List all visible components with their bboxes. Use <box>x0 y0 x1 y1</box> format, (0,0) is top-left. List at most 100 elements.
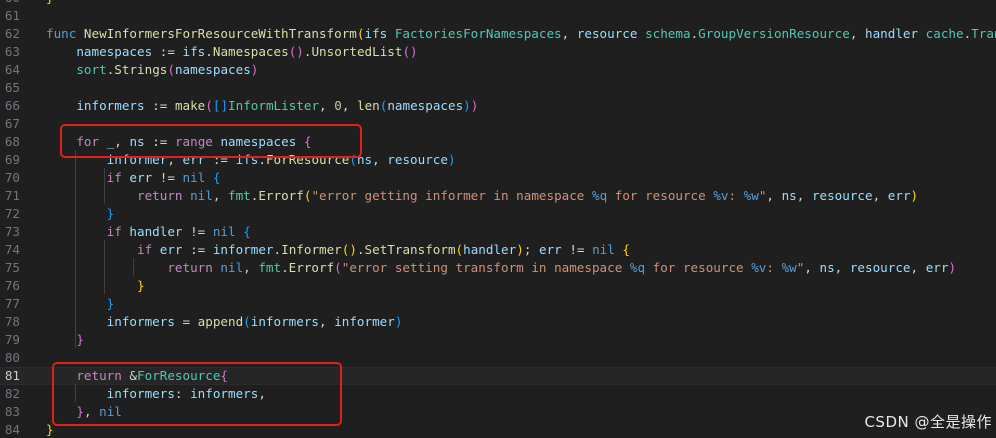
code-token: , <box>319 314 335 329</box>
code-line[interactable]: 76 } <box>0 277 996 295</box>
code-line[interactable]: 75 return nil, fmt.Errorf("error setting… <box>0 259 996 277</box>
indent-guide <box>104 168 105 204</box>
annotation-box-return <box>52 362 342 426</box>
code-token: "error setting transform in namespace <box>341 260 630 275</box>
code-token: ) <box>447 152 456 167</box>
code-token: : <box>728 188 744 203</box>
code-line[interactable]: 61 <box>0 7 996 25</box>
code-token: ( <box>243 314 251 329</box>
code-token: UnsortedList <box>311 44 403 59</box>
code-token: TransformFunc <box>971 26 996 41</box>
code-line[interactable]: 63 namespaces := ifs.Namespaces().Unsort… <box>0 43 996 61</box>
code-line[interactable]: 64 sort.Strings(namespaces) <box>0 61 996 79</box>
code-token: %q <box>629 260 646 275</box>
line-number: 65 <box>4 80 20 95</box>
line-code: } <box>46 205 115 223</box>
code-token: ( <box>334 260 342 275</box>
line-number: 75 <box>4 260 20 275</box>
annotation-box-for-loop <box>60 124 362 158</box>
code-token: nil <box>212 224 236 239</box>
line-number: 60 <box>0 0 20 7</box>
code-token: informer <box>212 242 274 257</box>
code-line[interactable]: 72 } <box>0 205 996 223</box>
code-token: SetTransform <box>364 242 456 257</box>
code-token: , <box>849 26 865 41</box>
line-code: namespaces := ifs.Namespaces().UnsortedL… <box>46 43 417 61</box>
code-token: { <box>243 224 251 239</box>
code-token: resource <box>811 188 873 203</box>
code-line[interactable]: 66 informers := make([]InformLister, 0, … <box>0 97 996 115</box>
line-number: 71 <box>4 188 20 203</box>
line-number: 69 <box>4 152 20 167</box>
code-token: informers <box>106 314 175 329</box>
code-line[interactable]: 74 if err := informer.Informer().SetTran… <box>0 241 996 259</box>
line-code: return nil, fmt.Errorf("error getting in… <box>46 187 918 205</box>
code-token: cache <box>925 26 964 41</box>
code-token: %q <box>591 188 608 203</box>
code-token: ifs <box>182 44 206 59</box>
line-number: 70 <box>4 170 20 185</box>
code-token: := <box>182 242 213 257</box>
line-number: 67 <box>4 116 20 131</box>
code-token: != <box>182 224 213 239</box>
line-number: 73 <box>4 224 20 239</box>
code-token: nil <box>220 260 244 275</box>
code-token: } <box>106 296 115 311</box>
indent-guide <box>104 240 105 294</box>
line-number: 84 <box>4 422 20 437</box>
code-line[interactable]: 65 <box>0 79 996 97</box>
code-line[interactable]: 70 if err != nil { <box>0 169 996 187</box>
code-token: informer <box>334 314 395 329</box>
code-token: ) <box>250 62 259 77</box>
code-token: . <box>281 260 289 275</box>
code-line[interactable]: 77 } <box>0 295 996 313</box>
code-token: informers <box>250 314 320 329</box>
line-code: sort.Strings(namespaces) <box>46 61 258 79</box>
line-code: } <box>46 295 115 313</box>
line-code: func NewInformersForResourceWithTransfor… <box>46 25 996 43</box>
code-token: () <box>288 44 304 59</box>
code-token: Informer <box>281 242 342 257</box>
code-token: nil <box>182 170 206 185</box>
line-number: 74 <box>4 242 20 257</box>
code-token: namespaces <box>76 44 153 59</box>
code-line[interactable]: 78 informers = append(informers, informe… <box>0 313 996 331</box>
code-token: , <box>834 260 850 275</box>
code-token: for resource <box>645 260 752 275</box>
code-token: resource <box>849 260 911 275</box>
code-token: handler <box>129 224 183 239</box>
code-token: () <box>341 242 357 257</box>
code-token: handler <box>463 242 517 257</box>
code-token: handler <box>864 26 926 41</box>
code-line[interactable]: 62 func NewInformersForResourceWithTransf… <box>0 25 996 43</box>
line-number: 64 <box>4 62 20 77</box>
code-token: . <box>205 44 213 59</box>
code-token: resource <box>387 152 448 167</box>
code-token: , <box>872 188 888 203</box>
code-token: %w <box>781 260 797 275</box>
code-line[interactable]: 71 return nil, fmt.Errorf("error getting… <box>0 187 996 205</box>
code-token: != <box>152 170 183 185</box>
code-line[interactable]: 60} <box>0 0 996 7</box>
code-token: , <box>766 188 782 203</box>
line-number: 83 <box>4 404 20 419</box>
code-editor[interactable]: 60}6162func NewInformersForResourceWithT… <box>0 0 996 438</box>
code-token: append <box>197 314 244 329</box>
code-line[interactable]: 79 } <box>0 331 996 349</box>
code-token: Strings <box>114 62 168 77</box>
code-token: make <box>174 98 206 113</box>
code-token: fmt <box>228 188 251 203</box>
line-number: 72 <box>4 206 20 221</box>
line-number: 79 <box>4 332 20 347</box>
code-token: return <box>137 188 191 203</box>
code-token: ( <box>455 242 464 257</box>
code-token: != <box>561 242 593 257</box>
code-line[interactable]: 73 if handler != nil { <box>0 223 996 241</box>
code-token: { <box>622 242 631 257</box>
